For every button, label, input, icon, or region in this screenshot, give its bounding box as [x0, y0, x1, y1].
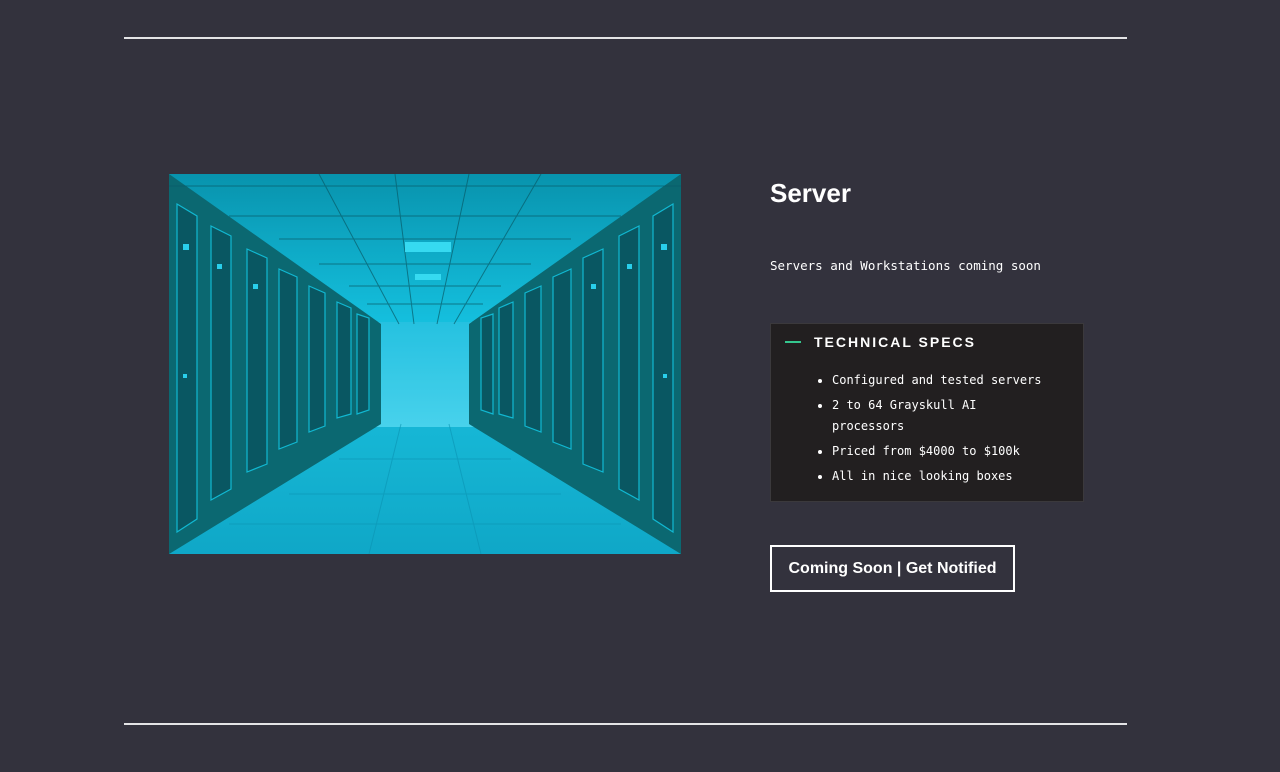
specs-list: Configured and tested servers 2 to 64 Gr…	[814, 370, 1042, 491]
bottom-divider	[124, 723, 1127, 725]
product-subtitle: Servers and Workstations coming soon	[770, 258, 1041, 273]
list-item: 2 to 64 Grayskull AI processors	[832, 395, 1042, 437]
page-title: Server	[770, 178, 851, 208]
specs-heading: TECHNICAL SPECS	[814, 334, 976, 350]
list-item: All in nice looking boxes	[832, 466, 1042, 487]
top-divider	[124, 37, 1127, 39]
list-item: Configured and tested servers	[832, 370, 1042, 391]
accent-dash-icon	[785, 341, 801, 343]
product-details: Server Servers and Workstations coming s…	[770, 172, 1110, 592]
server-room-image	[169, 174, 681, 554]
technical-specs-panel: TECHNICAL SPECS Configured and tested se…	[770, 323, 1084, 502]
get-notified-button[interactable]: Coming Soon | Get Notified	[770, 545, 1015, 592]
specs-header: TECHNICAL SPECS	[785, 334, 976, 350]
list-item: Priced from $4000 to $100k	[832, 441, 1042, 462]
